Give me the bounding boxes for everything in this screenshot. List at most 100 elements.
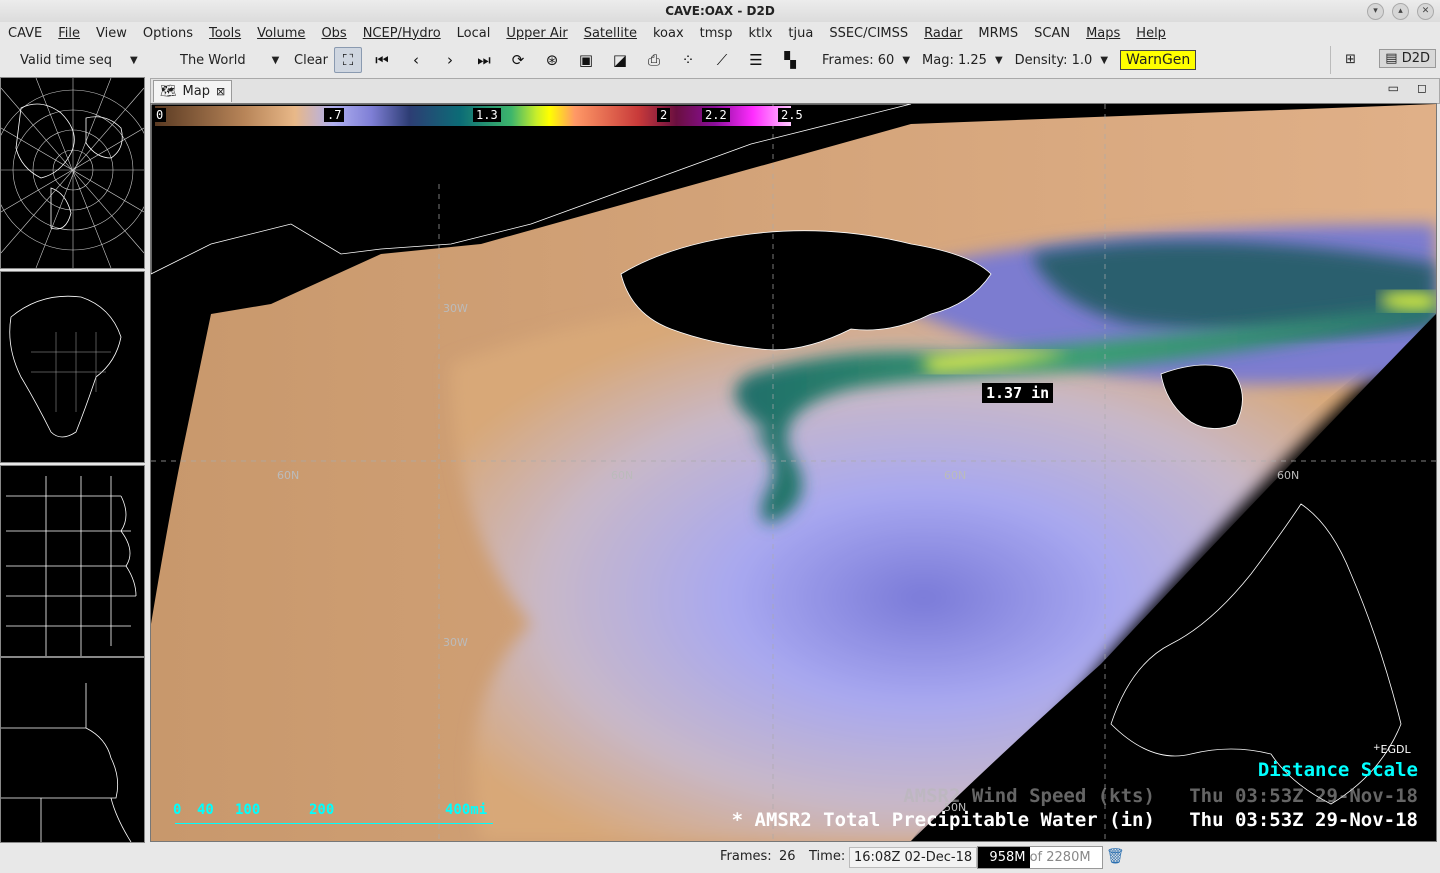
menu-radar[interactable]: Radar: [916, 26, 970, 41]
station-label: EGDL: [1380, 743, 1411, 756]
refresh-button[interactable]: ⊛: [538, 47, 566, 73]
distance-scale-label[interactable]: Distance Scale: [1258, 759, 1418, 781]
layers-icon: ▣: [578, 51, 594, 69]
maximize-editor-button[interactable]: ◻: [1417, 81, 1427, 95]
side-pane-nebraska[interactable]: [0, 657, 145, 843]
legend-total-precipitable-water[interactable]: * AMSR2 Total Precipitable Water (in) Th…: [732, 809, 1418, 831]
menu-obs[interactable]: Obs: [313, 26, 354, 41]
menu-bar: CAVE File View Options Tools Volume Obs …: [0, 22, 1440, 44]
panel-layout-icon: ▚: [784, 51, 796, 69]
loop-icon: ⟳: [511, 51, 525, 69]
main-toolbar: Valid time seq ▼ The World ▼ Clear ⛶ ⏮ ‹…: [0, 44, 1440, 76]
clear-button[interactable]: Clear: [288, 53, 334, 68]
menu-cave[interactable]: CAVE: [0, 26, 50, 41]
scale-label: 400mi: [445, 802, 488, 818]
d2d-perspective-button[interactable]: ▤ D2D: [1379, 49, 1436, 68]
zoom-extent-button[interactable]: ⛶: [334, 47, 362, 73]
menu-tmsp[interactable]: tmsp: [692, 26, 741, 41]
colorbar-label: 0: [153, 108, 167, 122]
mag-label: Mag: 1.25: [922, 52, 987, 68]
colorbar-label: .7: [324, 108, 345, 122]
window-titlebar: CAVE:OAX - D2D ▾ ▴ ✕: [0, 0, 1440, 22]
menu-tools[interactable]: Tools: [201, 26, 249, 41]
north-america-map-thumbnail: [9, 295, 122, 438]
menu-mrms[interactable]: MRMS: [970, 26, 1026, 41]
clear-label: Clear: [294, 52, 328, 68]
image-properties-button[interactable]: ◪: [606, 47, 634, 73]
frames-status-value: 26: [779, 849, 796, 864]
close-tab-icon[interactable]: ⊠: [216, 85, 225, 98]
time-mode-dropdown[interactable]: Valid time seq ▼: [0, 53, 166, 68]
scale-label: 200: [309, 802, 335, 818]
graticule-label: 60N: [611, 469, 634, 482]
menu-upper-air[interactable]: Upper Air: [498, 26, 575, 41]
menu-volume[interactable]: Volume: [249, 26, 313, 41]
scale-dropdown[interactable]: The World ▼: [166, 53, 288, 68]
map-imagery: [151, 104, 1436, 841]
menu-view[interactable]: View: [88, 26, 135, 41]
station-plus-icon: +: [1373, 743, 1381, 753]
menu-tjua[interactable]: tjua: [780, 26, 821, 41]
mag-dropdown[interactable]: Mag: 1.25 ▼: [916, 53, 1009, 68]
previous-frame-button[interactable]: ‹: [402, 47, 430, 73]
side-pane-north-america[interactable]: [0, 271, 145, 463]
zoom-extent-icon: ⛶: [342, 51, 354, 69]
last-frame-button[interactable]: ⏭: [470, 47, 498, 73]
list-button[interactable]: ☰: [742, 47, 770, 73]
points-icon: ⁘: [681, 51, 695, 69]
scale-line: [175, 823, 493, 824]
legend-wind-speed[interactable]: AMSR2 Wind Speed (kts) Thu 03:53Z 29-Nov…: [903, 785, 1418, 807]
next-frame-button[interactable]: ›: [436, 47, 464, 73]
next-frame-icon: ›: [447, 51, 453, 69]
map-tab-icon: 🗺: [160, 84, 177, 99]
distance-scale-bar: 0 40 100 200 400mi: [173, 802, 493, 828]
trash-icon[interactable]: 🗑: [1106, 847, 1125, 865]
graticule-label: 30W: [443, 636, 468, 649]
first-frame-button[interactable]: ⏮: [368, 47, 396, 73]
menu-file[interactable]: File: [50, 26, 88, 41]
memory-text: 958M of 2280M: [978, 847, 1102, 868]
baselines-button[interactable]: ⟋: [708, 47, 736, 73]
graticule-label: 60N: [277, 469, 300, 482]
scale-label: 0: [173, 802, 182, 818]
tab-map[interactable]: 🗺 Map ⊠: [153, 80, 233, 102]
time-mode-label: Valid time seq: [20, 52, 112, 68]
menu-local[interactable]: Local: [449, 26, 499, 41]
perspective-icon: ▤: [1385, 51, 1398, 66]
side-pane-northern-hemisphere[interactable]: [0, 77, 145, 269]
menu-maps[interactable]: Maps: [1078, 26, 1128, 41]
graticule-label: 60N: [1277, 469, 1300, 482]
layers-button[interactable]: ▣: [572, 47, 600, 73]
menu-satellite[interactable]: Satellite: [576, 26, 645, 41]
minimize-editor-button[interactable]: ▭: [1388, 81, 1399, 95]
status-bar: Frames: 26 Time: 16:08Z 02-Dec-18 958M o…: [0, 841, 1440, 873]
central-us-map-thumbnail: [6, 476, 137, 656]
frames-dropdown[interactable]: Frames: 60 ▼: [816, 53, 916, 68]
side-pane-central-us[interactable]: [0, 465, 145, 657]
panel-layout-button[interactable]: ▚: [776, 47, 804, 73]
menu-ktlx[interactable]: ktlx: [740, 26, 780, 41]
time-status-value: 16:08Z 02-Dec-18: [849, 847, 978, 868]
density-dropdown[interactable]: Density: 1.0 ▼: [1009, 53, 1114, 68]
time-status-label: Time:: [809, 849, 846, 864]
points-button[interactable]: ⁘: [674, 47, 702, 73]
print-button[interactable]: ⎙: [640, 47, 668, 73]
menu-options[interactable]: Options: [135, 26, 201, 41]
loop-button[interactable]: ⟳: [504, 47, 532, 73]
nebraska-map-thumbnail: [1, 683, 132, 842]
minimize-button[interactable]: ▾: [1367, 3, 1384, 20]
memory-used: 958M: [989, 850, 1026, 865]
editor-tab-bar: 🗺 Map ⊠ ▭ ◻: [150, 78, 1440, 104]
menu-ssec-cimss[interactable]: SSEC/CIMSS: [821, 26, 916, 41]
menu-koax[interactable]: koax: [645, 26, 692, 41]
menu-scan[interactable]: SCAN: [1026, 26, 1078, 41]
warngen-button[interactable]: WarnGen: [1120, 50, 1197, 70]
station-marker: +EGDL: [1373, 743, 1411, 756]
frames-status-label: Frames:: [720, 849, 772, 864]
open-perspective-icon[interactable]: ⊞: [1345, 52, 1356, 67]
menu-ncep-hydro[interactable]: NCEP/Hydro: [355, 26, 449, 41]
menu-help[interactable]: Help: [1128, 26, 1174, 41]
maximize-button[interactable]: ▴: [1392, 3, 1409, 20]
map-display[interactable]: 0 .7 1.3 2 2.2 2.5 30W 60N 60N 60N 60N 3…: [150, 103, 1437, 842]
close-button[interactable]: ✕: [1417, 3, 1434, 20]
